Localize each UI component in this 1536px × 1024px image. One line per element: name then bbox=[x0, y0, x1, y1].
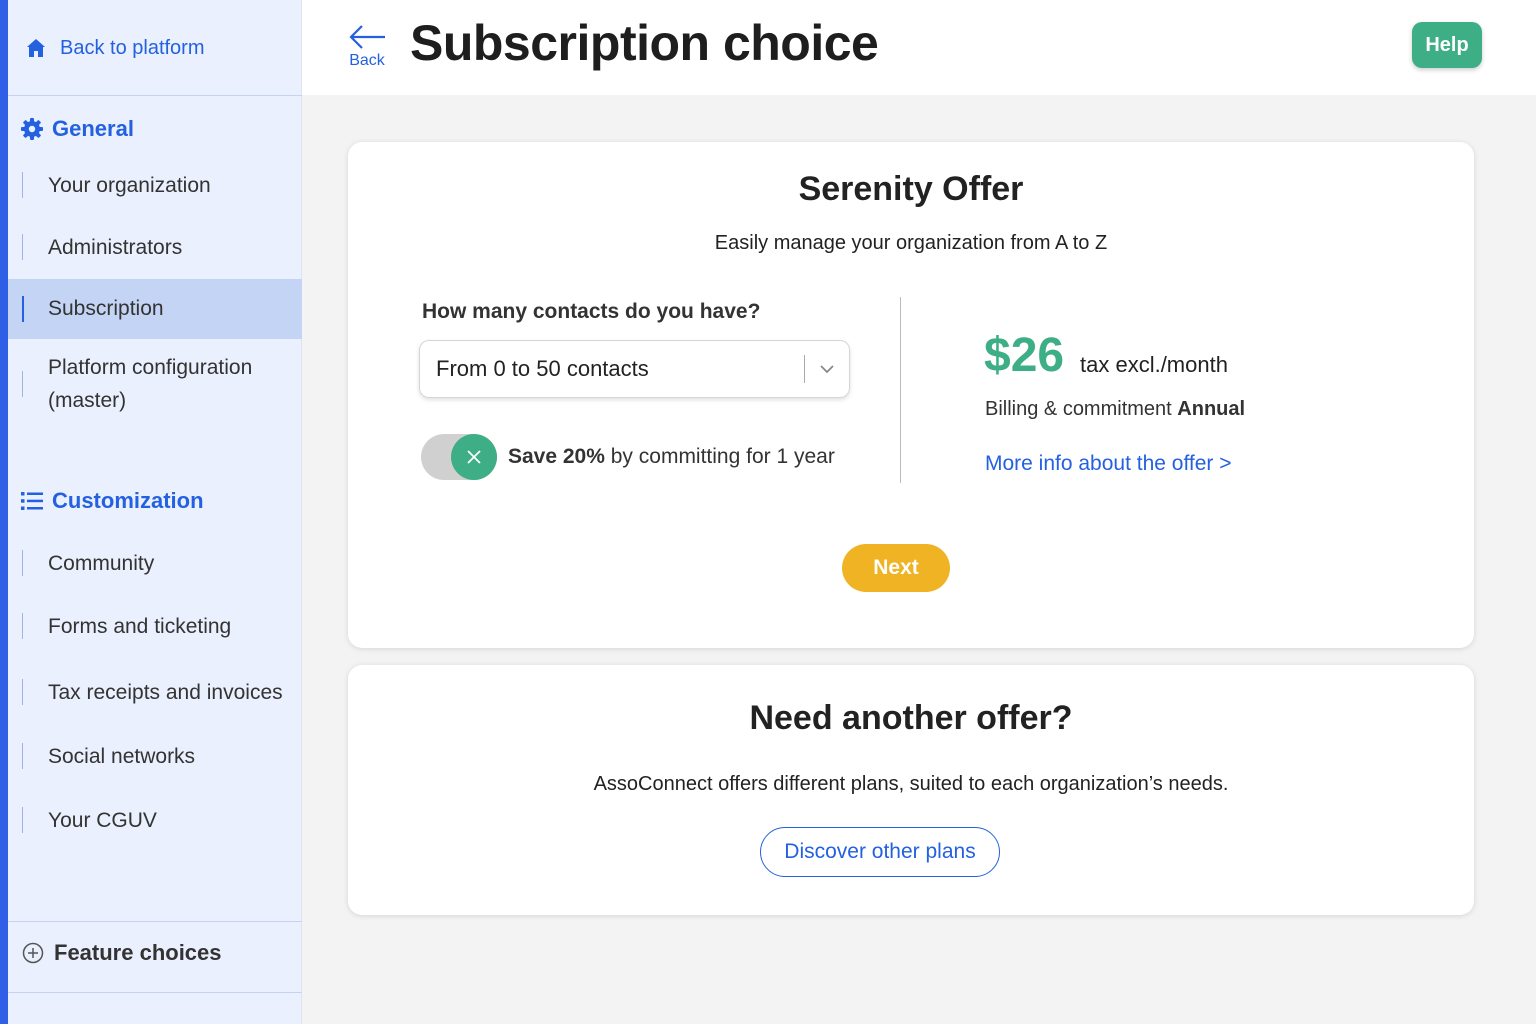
sidebar-divider bbox=[8, 921, 302, 922]
sidebar-accent-bar bbox=[0, 0, 8, 1024]
section-customization: Customization bbox=[20, 488, 204, 514]
nav-tick bbox=[22, 550, 23, 576]
sidebar-item-label: Forms and ticketing bbox=[48, 614, 232, 638]
billing-info: Billing & commitment Annual bbox=[985, 398, 1245, 421]
nav-tick bbox=[22, 679, 23, 705]
toggle-knob bbox=[451, 434, 497, 480]
billing-prefix: Billing & commitment bbox=[985, 398, 1178, 420]
save-rest: by committing for 1 year bbox=[604, 445, 835, 468]
page-title: Subscription choice bbox=[410, 15, 879, 71]
sidebar-item-label: Tax receipts and invoices bbox=[48, 680, 283, 704]
contacts-question: How many contacts do you have? bbox=[422, 300, 761, 323]
back-to-platform-link[interactable]: Back to platform bbox=[24, 30, 205, 66]
plus-circle-icon bbox=[22, 942, 44, 964]
page-header: Back Subscription choice Help bbox=[302, 0, 1536, 95]
vertical-divider bbox=[900, 297, 901, 483]
gear-icon bbox=[21, 118, 43, 140]
back-button[interactable]: Back bbox=[346, 22, 388, 70]
back-to-platform-label: Back to platform bbox=[60, 36, 205, 59]
home-icon bbox=[27, 39, 45, 57]
save-text: Save 20% by committing for 1 year bbox=[508, 445, 835, 469]
nav-tick bbox=[22, 613, 23, 639]
back-button-label: Back bbox=[349, 52, 385, 69]
sidebar-item-your-cguv[interactable]: Your CGUV bbox=[8, 803, 302, 837]
sidebar-item-social-networks[interactable]: Social networks bbox=[8, 739, 302, 773]
nav-tick bbox=[22, 743, 23, 769]
offer-title: Serenity Offer bbox=[798, 170, 1024, 208]
sidebar-item-subscription[interactable]: Subscription bbox=[8, 279, 302, 339]
sidebar-item-label: Your organization bbox=[48, 173, 211, 197]
annual-commitment-toggle[interactable] bbox=[421, 434, 497, 480]
sidebar-item-label: Subscription bbox=[48, 297, 164, 320]
sidebar-item-label: Administrators bbox=[48, 235, 183, 259]
sidebar-item-label: Community bbox=[48, 551, 155, 575]
feature-choices-item[interactable]: Feature choices bbox=[22, 940, 222, 966]
price-unit: tax excl./month bbox=[1080, 352, 1228, 377]
sidebar-item-your-organization[interactable]: Your organization bbox=[8, 168, 302, 202]
close-icon bbox=[467, 450, 481, 464]
feature-choices-label: Feature choices bbox=[54, 940, 222, 965]
nav-tick bbox=[22, 234, 23, 260]
contacts-select[interactable]: From 0 to 50 contacts bbox=[419, 340, 850, 398]
chevron-down-icon bbox=[805, 360, 849, 378]
help-button[interactable]: Help bbox=[1412, 22, 1482, 68]
sidebar-item-label: Platform configuration (master) bbox=[48, 356, 253, 412]
other-offer-text: AssoConnect offers different plans, suit… bbox=[593, 773, 1229, 795]
nav-tick bbox=[22, 807, 23, 833]
offer-subtitle: Easily manage your organization from A t… bbox=[714, 232, 1108, 254]
nav-tick bbox=[22, 172, 23, 198]
sidebar-item-label: Your CGUV bbox=[48, 808, 157, 832]
serenity-offer-card: Serenity Offer Easily manage your organi… bbox=[348, 142, 1474, 648]
sidebar-divider bbox=[8, 992, 302, 993]
other-offer-card: Need another offer? AssoConnect offers d… bbox=[348, 665, 1474, 915]
more-info-link[interactable]: More info about the offer > bbox=[985, 452, 1232, 476]
nav-tick bbox=[22, 296, 24, 322]
sidebar-item-administrators[interactable]: Administrators bbox=[8, 230, 302, 264]
sidebar-item-tax-receipts[interactable]: Tax receipts and invoices bbox=[8, 675, 302, 709]
save-percent: Save 20% bbox=[508, 445, 605, 468]
sidebar-item-label: Social networks bbox=[48, 744, 196, 768]
section-general-label: General bbox=[52, 116, 134, 141]
contacts-select-value: From 0 to 50 contacts bbox=[436, 356, 649, 381]
section-general: General bbox=[20, 116, 134, 142]
section-customization-label: Customization bbox=[52, 488, 204, 513]
other-offer-title: Need another offer? bbox=[749, 699, 1073, 737]
sidebar-item-forms-and-ticketing[interactable]: Forms and ticketing bbox=[8, 609, 302, 643]
list-icon bbox=[21, 492, 43, 510]
discover-plans-button[interactable]: Discover other plans bbox=[760, 827, 1000, 877]
sidebar: Back to platform General Your organizati… bbox=[0, 0, 302, 1024]
arrow-left-icon bbox=[349, 25, 385, 49]
billing-value: Annual bbox=[1177, 398, 1246, 420]
next-button[interactable]: Next bbox=[842, 544, 950, 592]
price-amount: $26 bbox=[984, 329, 1065, 382]
sidebar-item-platform-configuration[interactable]: Platform configuration (master) bbox=[8, 350, 302, 418]
sidebar-item-community[interactable]: Community bbox=[8, 546, 302, 580]
sidebar-divider bbox=[8, 95, 302, 96]
nav-tick bbox=[22, 371, 23, 397]
